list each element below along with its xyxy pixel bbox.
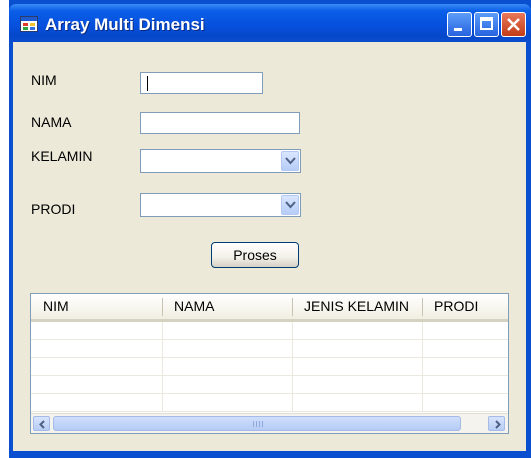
title-bar[interactable]: Array Multi Dimensi bbox=[9, 4, 531, 42]
nim-label: NIM bbox=[31, 72, 57, 88]
form-client-area: NIM NAMA KELAMIN PRODI Proses NIM NAMA J… bbox=[13, 42, 526, 451]
kelamin-select[interactable] bbox=[140, 149, 301, 173]
scroll-thumb[interactable] bbox=[53, 416, 461, 431]
scroll-right-button[interactable] bbox=[488, 416, 505, 431]
kelamin-label: KELAMIN bbox=[31, 148, 93, 164]
grid-header: NIM NAMA JENIS KELAMIN PRODI bbox=[31, 294, 508, 322]
scroll-grip-icon bbox=[253, 421, 264, 427]
window-title: Array Multi Dimensi bbox=[45, 15, 205, 34]
nama-label: NAMA bbox=[31, 114, 72, 130]
chevron-down-icon bbox=[285, 201, 296, 209]
column-header-nim[interactable]: NIM bbox=[31, 294, 162, 319]
column-header-nama[interactable]: NAMA bbox=[162, 294, 292, 319]
chevron-down-icon bbox=[285, 157, 296, 165]
maximize-icon bbox=[480, 17, 493, 30]
horizontal-scrollbar[interactable] bbox=[31, 413, 508, 433]
column-header-prodi[interactable]: PRODI bbox=[422, 294, 508, 319]
minimize-button[interactable] bbox=[447, 12, 472, 37]
prodi-dropdown-button[interactable] bbox=[281, 195, 299, 215]
table-row bbox=[31, 394, 508, 412]
table-row bbox=[31, 358, 508, 376]
table-row bbox=[31, 322, 508, 340]
close-button[interactable] bbox=[501, 12, 526, 37]
chevron-right-icon bbox=[495, 420, 501, 429]
background-strip bbox=[0, 0, 9, 458]
scroll-left-button[interactable] bbox=[33, 416, 50, 431]
kelamin-dropdown-button[interactable] bbox=[281, 151, 299, 171]
column-header-jenis-kelamin[interactable]: JENIS KELAMIN bbox=[292, 294, 422, 319]
data-grid[interactable]: NIM NAMA JENIS KELAMIN PRODI bbox=[30, 293, 509, 434]
proses-button[interactable]: Proses bbox=[211, 242, 299, 268]
nama-input[interactable] bbox=[140, 112, 300, 134]
minimize-icon bbox=[454, 28, 462, 31]
maximize-button[interactable] bbox=[474, 12, 499, 37]
table-row bbox=[31, 376, 508, 394]
chevron-left-icon bbox=[39, 420, 45, 429]
nim-input[interactable] bbox=[140, 72, 263, 94]
prodi-label: PRODI bbox=[31, 201, 76, 217]
table-row bbox=[31, 340, 508, 358]
close-icon bbox=[507, 18, 520, 31]
prodi-select[interactable] bbox=[140, 193, 301, 217]
app-icon[interactable] bbox=[20, 16, 38, 32]
text-caret bbox=[147, 76, 148, 91]
